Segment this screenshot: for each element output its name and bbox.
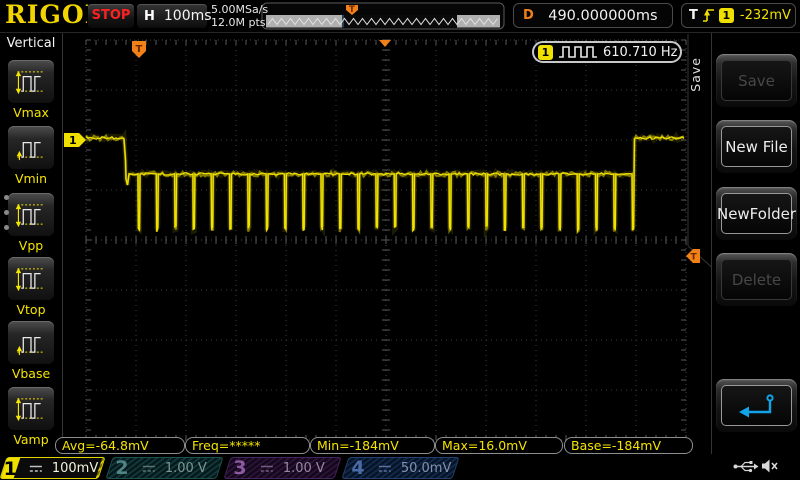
vamp-icon bbox=[14, 394, 48, 423]
horizontal-delay-box[interactable]: D 490.000000ms bbox=[513, 3, 673, 28]
d-label: D bbox=[523, 8, 534, 23]
measure-item-vtop-button[interactable] bbox=[8, 257, 54, 300]
menu-button-label: Save bbox=[721, 60, 792, 101]
channel-4-status[interactable]: 4 50.0mV bbox=[341, 457, 459, 479]
measurement-result-freq: Freq=***** bbox=[185, 437, 310, 454]
menu-button-new-file[interactable]: New File bbox=[716, 120, 797, 173]
vbase-icon bbox=[14, 328, 48, 357]
trigger-source-badge: 1 bbox=[719, 8, 734, 23]
menu-tab-save: Save bbox=[688, 57, 710, 92]
menu-button-label: NewFolder bbox=[721, 193, 792, 234]
square-wave-icon bbox=[558, 45, 598, 59]
timebase-value: 100ms bbox=[164, 8, 212, 24]
measure-item-label: Vpp bbox=[0, 238, 62, 253]
svg-text:1: 1 bbox=[69, 134, 77, 147]
measure-item-label: Vbase bbox=[0, 366, 62, 381]
svg-text:T: T bbox=[136, 44, 143, 55]
measure-item-label: Vmin bbox=[0, 171, 62, 186]
delay-value: 490.000000ms bbox=[534, 8, 672, 24]
speaker-muted-icon bbox=[761, 458, 779, 474]
trigger-level-marker[interactable]: T bbox=[686, 249, 700, 263]
menu-button-label: New File bbox=[721, 126, 792, 167]
measure-item-vamp-button[interactable] bbox=[8, 387, 54, 430]
measurement-result-base: Base=-184mV bbox=[564, 437, 693, 454]
graticule bbox=[86, 40, 686, 440]
channel-2-status[interactable]: 2 1.00 V bbox=[105, 457, 223, 479]
menu-button-save: Save bbox=[716, 54, 797, 107]
svg-text:T: T bbox=[349, 5, 355, 15]
svg-text:T: T bbox=[691, 253, 698, 263]
menu-tab-outline bbox=[688, 33, 712, 454]
measure-item-vamp[interactable]: Vamp bbox=[0, 387, 62, 447]
coupling-dc-icon bbox=[142, 463, 157, 474]
measure-item-vmin-button[interactable] bbox=[8, 126, 54, 169]
measure-item-label: Vamp bbox=[0, 432, 62, 447]
menu-page-dots bbox=[4, 195, 9, 240]
frequency-counter: 1 610.710 Hz bbox=[532, 41, 682, 63]
trigger-info-box[interactable]: T 1 -232mV bbox=[681, 3, 796, 28]
measure-item-vmax-button[interactable] bbox=[8, 60, 54, 103]
channel-number: 4 bbox=[346, 457, 370, 479]
freq-channel-badge: 1 bbox=[538, 45, 553, 60]
h-label: H bbox=[144, 9, 155, 24]
usb-icon bbox=[733, 459, 759, 474]
measure-item-label: Vtop bbox=[0, 302, 62, 317]
channel-3-status[interactable]: 3 1.00 V bbox=[223, 457, 341, 479]
sample-rate: 5.00MSa/s bbox=[211, 3, 268, 16]
channel-scale: 1.00 V bbox=[165, 461, 207, 476]
channel-number: 2 bbox=[110, 457, 134, 479]
trigger-level-value: -232mV bbox=[740, 8, 791, 23]
coupling-dc-icon bbox=[378, 463, 393, 474]
coupling-dc-icon bbox=[29, 463, 44, 474]
horizontal-center-indicator bbox=[379, 40, 391, 47]
vtop-icon bbox=[14, 264, 48, 293]
measurement-result-min: Min=-184mV bbox=[310, 437, 435, 454]
scope-display: 1 T T T bbox=[0, 0, 800, 480]
measure-item-vmin[interactable]: Vmin bbox=[0, 126, 62, 186]
measure-item-vpp-button[interactable] bbox=[8, 193, 54, 236]
channel-scale: 1.00 V bbox=[283, 461, 325, 476]
freq-value: 610.710 Hz bbox=[603, 45, 678, 60]
menu-button-label: Delete bbox=[721, 259, 792, 300]
menu-button-newfolder[interactable]: NewFolder bbox=[716, 187, 797, 240]
vmax-icon bbox=[14, 67, 48, 96]
memory-position-bar[interactable]: T bbox=[262, 3, 504, 29]
menu-button-label bbox=[721, 385, 792, 426]
memory-depth: 12.0M pts bbox=[211, 16, 268, 29]
channel1-offset-marker[interactable]: 1 bbox=[64, 133, 86, 147]
run-state-indicator[interactable]: STOP bbox=[88, 4, 134, 28]
horizontal-timebase-box[interactable]: H 100ms bbox=[137, 4, 207, 28]
t-label: T bbox=[689, 8, 698, 23]
acquisition-info: 5.00MSa/s 12.0M pts bbox=[211, 3, 268, 29]
measurement-result-max: Max=16.0mV bbox=[435, 437, 563, 454]
measure-item-vbase-button[interactable] bbox=[8, 321, 54, 364]
channel-number: 3 bbox=[228, 457, 252, 479]
left-menu-title: Vertical bbox=[0, 36, 62, 51]
measure-item-vpp[interactable]: Vpp bbox=[0, 193, 62, 253]
measure-item-label: Vmax bbox=[0, 105, 62, 120]
measurement-result-avg: Avg=-64.8mV bbox=[55, 437, 185, 454]
channel-scale: 100mV bbox=[52, 461, 98, 476]
measure-item-vbase[interactable]: Vbase bbox=[0, 321, 62, 381]
vpp-icon bbox=[14, 200, 48, 229]
measure-item-vmax[interactable]: Vmax bbox=[0, 60, 62, 120]
oscilloscope-screen: 1 T T T RIGOL STOP H 100ms 5.00MSa/s 12.… bbox=[0, 0, 800, 480]
memory-window[interactable] bbox=[342, 15, 457, 28]
menu-button-delete: Delete bbox=[716, 253, 797, 306]
trigger-edge-icon bbox=[702, 7, 715, 24]
vmin-icon bbox=[14, 133, 48, 162]
channel-scale: 50.0mV bbox=[401, 461, 452, 476]
menu-button-return[interactable] bbox=[716, 379, 797, 432]
return-arrow-icon bbox=[734, 391, 780, 421]
measure-item-vtop[interactable]: Vtop bbox=[0, 257, 62, 317]
channel-1-status[interactable]: 1 100mV bbox=[0, 457, 106, 479]
trigger-position-marker[interactable]: T bbox=[132, 41, 146, 58]
coupling-dc-icon bbox=[260, 463, 275, 474]
